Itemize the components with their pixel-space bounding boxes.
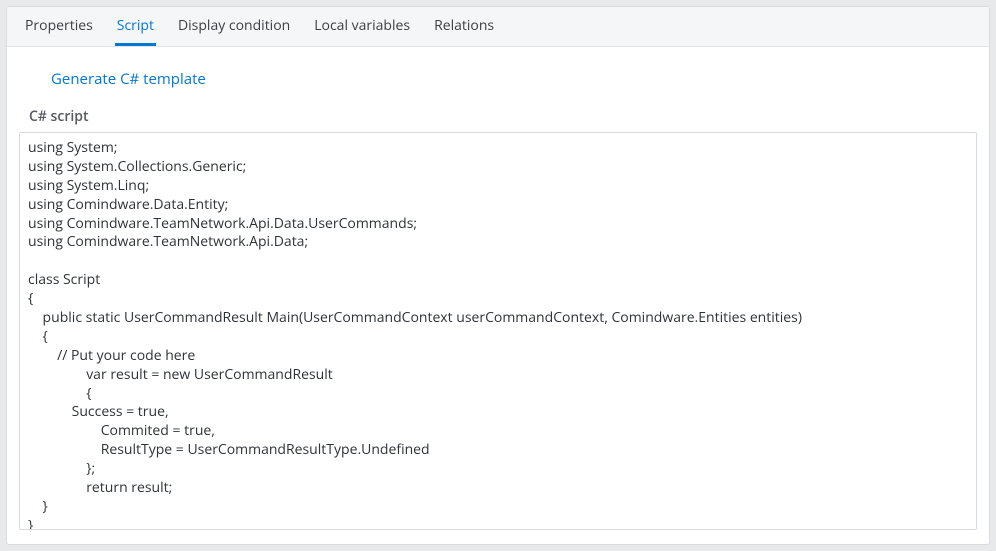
tab-display-condition[interactable]: Display condition bbox=[176, 7, 292, 46]
script-section-label: С# script bbox=[29, 107, 977, 126]
generate-template-link[interactable]: Generate С# template bbox=[51, 69, 977, 89]
tab-script[interactable]: Script bbox=[115, 7, 156, 46]
script-editor[interactable]: using System; using System.Collections.G… bbox=[19, 132, 977, 530]
editor-panel: Properties Script Display condition Loca… bbox=[6, 6, 990, 545]
tab-content: Generate С# template С# script using Sys… bbox=[7, 47, 989, 544]
tab-bar: Properties Script Display condition Loca… bbox=[7, 7, 989, 47]
tab-properties[interactable]: Properties bbox=[23, 7, 95, 46]
tab-relations[interactable]: Relations bbox=[432, 7, 496, 46]
tab-local-variables[interactable]: Local variables bbox=[312, 7, 412, 46]
